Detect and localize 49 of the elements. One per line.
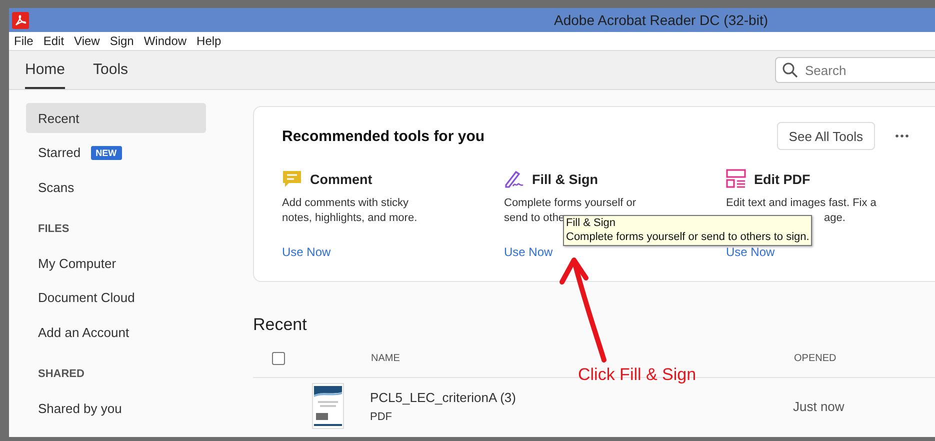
tool-description: notes, highlights, and more.: [282, 211, 418, 226]
tooltip-text: Complete forms yourself or send to others to sign.: [566, 230, 810, 244]
card-title: Recommended tools for you: [282, 128, 485, 144]
more-icon: [895, 134, 909, 138]
tool-description: Complete forms yourself or: [504, 196, 636, 211]
tool-description: Edit text and images fast. Fix a: [726, 196, 876, 211]
file-name[interactable]: PCL5_LEC_criterionA (3): [370, 390, 793, 404]
menu-item[interactable]: Window: [138, 34, 192, 48]
section-title: Recent: [253, 315, 308, 335]
menu-item[interactable]: Help: [192, 34, 226, 48]
sidebar-item[interactable]: My Computer: [26, 248, 206, 278]
sidebar-item[interactable]: Recent: [26, 103, 206, 133]
file-type: PDF: [370, 410, 393, 422]
window-title: Adobe Acrobat Reader DC (32-bit): [554, 12, 768, 28]
tool-description: Add comments with sticky: [282, 196, 409, 211]
column-header: OPENED: [794, 352, 836, 364]
annotation-text: Click Fill & Sign: [578, 365, 696, 385]
menu-item[interactable]: Sign: [104, 34, 139, 48]
use-now-link[interactable]: Use Now: [282, 245, 331, 259]
sidebar-item[interactable]: Shared by you: [26, 393, 206, 423]
tool-description: send to othe: [504, 211, 565, 226]
menu-item[interactable]: Edit: [38, 34, 70, 48]
tool-description: age.: [823, 211, 846, 226]
pen-icon: [504, 169, 524, 189]
menu-item[interactable]: File: [9, 34, 38, 48]
layout-icon: [726, 169, 746, 189]
menu-item[interactable]: View: [69, 34, 105, 48]
sidebar-item[interactable]: Add an Account: [26, 317, 206, 347]
select-all-checkbox[interactable]: [272, 352, 285, 364]
tab[interactable]: Home: [25, 51, 66, 89]
sidebar-item[interactable]: Scans: [26, 172, 206, 202]
sidebar-item[interactable]: Document Cloud: [26, 282, 206, 312]
tooltip-title: Fill & Sign: [566, 216, 617, 230]
new-badge: NEW: [90, 146, 122, 160]
column-header: NAME: [371, 352, 401, 364]
tool-name: Edit PDF: [754, 172, 810, 186]
section-heading: SHARED: [37, 366, 86, 382]
use-now-link[interactable]: Use Now: [504, 245, 553, 259]
speech-bubble-icon: [282, 169, 302, 189]
sidebar-item[interactable]: Starred: [38, 145, 81, 160]
use-now-link[interactable]: Use Now: [726, 245, 775, 259]
tool-name: Fill & Sign: [532, 172, 598, 186]
pdf-app-icon: [12, 12, 29, 28]
tool-name: Comment: [310, 172, 372, 186]
opened-time: Just now: [793, 398, 844, 414]
search-field[interactable]: Search: [775, 57, 935, 83]
section-heading: FILES: [37, 222, 70, 236]
see-all-tools-button[interactable]: See All Tools: [776, 122, 875, 150]
tab[interactable]: Tools: [93, 51, 128, 89]
